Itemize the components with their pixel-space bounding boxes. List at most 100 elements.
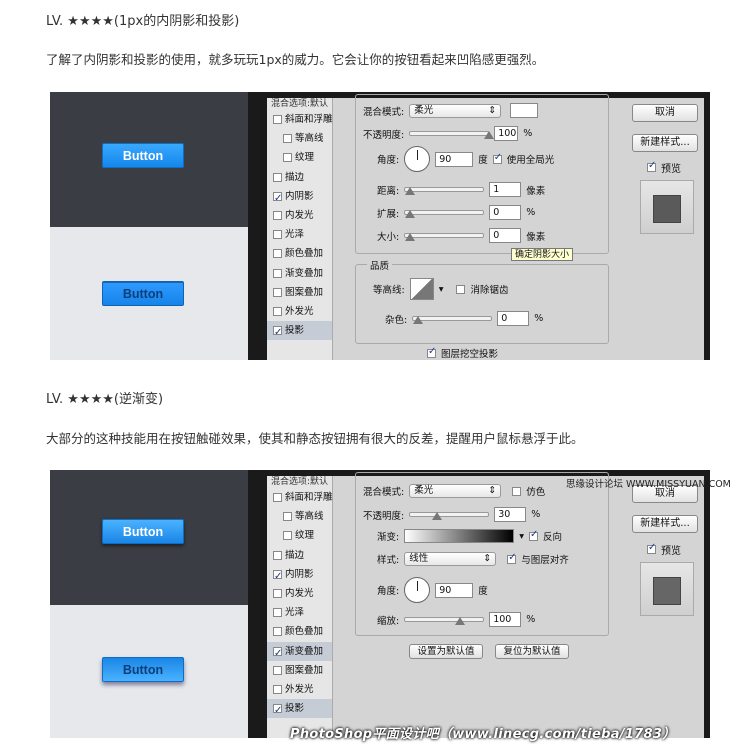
style-checkbox[interactable] (273, 249, 282, 259)
style-checkbox[interactable] (273, 627, 282, 637)
scale-slider[interactable] (404, 617, 485, 625)
opacity-slider[interactable] (409, 512, 490, 520)
align-layer-checkbox[interactable] (507, 552, 517, 564)
slider-knob[interactable] (413, 316, 424, 324)
angle-input[interactable]: 90 (435, 582, 474, 598)
contour-dropdown-icon[interactable]: ▾ (439, 284, 444, 295)
blend-options-item[interactable]: 混合选项:默认 (267, 476, 332, 488)
knockout-checkbox[interactable] (427, 346, 436, 358)
style-item[interactable]: 内发光 (267, 584, 332, 603)
style-checkbox[interactable] (273, 115, 282, 125)
style-checkbox[interactable] (273, 684, 282, 694)
style-item[interactable]: 纹理 (267, 526, 332, 545)
opacity-slider[interactable] (409, 131, 495, 139)
style-checkbox[interactable] (283, 134, 292, 144)
style-item[interactable]: 颜色叠加 (267, 244, 332, 263)
style-item[interactable]: 内阴影 (267, 565, 332, 586)
style-checkbox[interactable] (283, 153, 292, 163)
style-checkbox[interactable] (273, 665, 282, 675)
spread-slider[interactable] (404, 210, 485, 218)
blend-mode-select[interactable]: 柔光 ⇕ (409, 484, 502, 498)
style-item[interactable]: 光泽 (267, 603, 332, 622)
style-checkbox[interactable] (273, 493, 282, 503)
style-item[interactable]: 斜面和浮雕 (267, 110, 333, 129)
gradient-dropdown-icon[interactable]: ▾ (519, 531, 524, 542)
slider-knob[interactable] (432, 512, 443, 520)
preview-checkbox[interactable] (647, 542, 656, 554)
slider-knob[interactable] (405, 210, 416, 218)
size-input[interactable]: 0 (489, 228, 522, 243)
scale-input[interactable]: 100 (489, 612, 522, 627)
noise-input[interactable]: 0 (497, 311, 530, 326)
style-checkbox[interactable] (273, 268, 282, 278)
spread-input[interactable]: 0 (489, 205, 522, 220)
demo-button-normal[interactable]: Button (102, 143, 184, 168)
style-item[interactable]: 内阴影 (267, 187, 332, 208)
style-item[interactable]: 等高线 (267, 129, 332, 148)
style-checkbox[interactable] (273, 567, 282, 586)
style-item[interactable]: 外发光 (267, 680, 332, 699)
style-checkbox[interactable] (273, 306, 282, 316)
size-slider[interactable] (404, 233, 485, 241)
dither-checkbox[interactable] (512, 486, 522, 496)
style-checkbox[interactable] (273, 323, 282, 342)
style-item[interactable]: 渐变叠加 (267, 264, 332, 283)
angle-input[interactable]: 90 (435, 151, 474, 167)
style-checkbox[interactable] (273, 701, 282, 720)
slider-knob[interactable] (405, 233, 416, 241)
preview-checkbox[interactable] (647, 160, 656, 172)
contour-picker[interactable] (409, 278, 434, 300)
gradient-picker[interactable] (404, 529, 515, 543)
slider-knob[interactable] (484, 131, 495, 139)
style-checkbox[interactable] (273, 189, 282, 208)
blend-mode-select[interactable]: 柔光 ⇕ (409, 103, 502, 118)
reverse-checkbox[interactable] (528, 529, 538, 541)
cancel-button[interactable]: 取消 (632, 104, 698, 122)
distance-slider[interactable] (404, 187, 485, 195)
style-checkbox[interactable] (273, 608, 282, 618)
blend-color-swatch[interactable] (510, 103, 539, 118)
angle-dial[interactable] (404, 577, 431, 603)
slider-knob[interactable] (405, 187, 416, 195)
style-item[interactable]: 内发光 (267, 206, 332, 225)
style-item[interactable]: 投影 (267, 321, 332, 342)
style-item[interactable]: 描边 (267, 546, 332, 565)
new-style-button[interactable]: 新建样式... (632, 515, 698, 533)
style-checkbox[interactable] (273, 230, 282, 240)
opacity-input[interactable]: 100 (494, 126, 519, 141)
style-checkbox[interactable] (273, 211, 282, 221)
style-item[interactable]: 描边 (267, 168, 332, 187)
style-checkbox[interactable] (273, 589, 282, 599)
slider-knob[interactable] (455, 617, 466, 625)
antialias-checkbox[interactable] (456, 284, 466, 294)
gradient-style-select[interactable]: 线性 ⇕ (404, 552, 497, 566)
angle-dial[interactable] (404, 146, 431, 172)
style-checkbox[interactable] (273, 172, 282, 182)
make-default-button[interactable]: 设置为默认值 (409, 644, 483, 659)
blend-options-item[interactable]: 混合选项:默认 (267, 98, 332, 110)
demo-button-pressed[interactable]: Button (102, 281, 184, 306)
style-item[interactable]: 斜面和浮雕 (267, 488, 333, 507)
demo-button-hover[interactable]: Button (102, 657, 184, 682)
style-item[interactable]: 投影 (267, 699, 332, 720)
reset-default-button[interactable]: 复位为默认值 (495, 644, 569, 659)
demo-button-normal[interactable]: Button (102, 519, 184, 544)
new-style-button[interactable]: 新建样式... (632, 134, 698, 152)
style-checkbox[interactable] (283, 512, 292, 522)
style-checkbox[interactable] (283, 531, 292, 541)
style-item[interactable]: 光泽 (267, 225, 332, 244)
style-checkbox[interactable] (273, 550, 282, 560)
distance-input[interactable]: 1 (489, 182, 522, 197)
style-item[interactable]: 颜色叠加 (267, 622, 332, 641)
global-light-checkbox[interactable] (492, 152, 502, 164)
style-item[interactable]: 外发光 (267, 302, 332, 321)
style-item[interactable]: 等高线 (267, 507, 332, 526)
style-item[interactable]: 渐变叠加 (267, 641, 332, 663)
style-item[interactable]: 图案叠加 (267, 283, 332, 302)
opacity-input[interactable]: 30 (494, 507, 527, 522)
style-checkbox[interactable] (273, 644, 282, 663)
style-item[interactable]: 图案叠加 (267, 661, 332, 680)
noise-slider[interactable] (412, 316, 493, 324)
style-checkbox[interactable] (273, 287, 282, 297)
style-item[interactable]: 纹理 (267, 148, 332, 167)
